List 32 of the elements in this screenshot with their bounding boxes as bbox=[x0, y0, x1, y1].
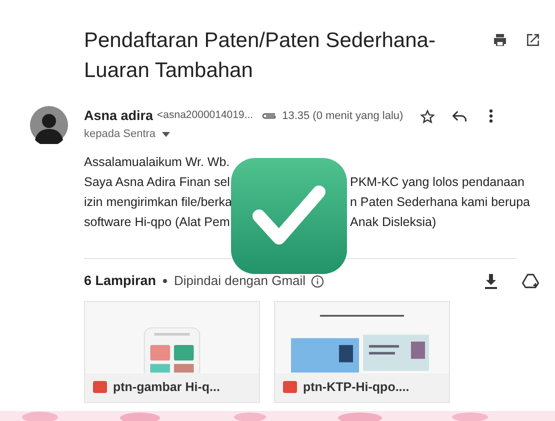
body-text: izin mengirimkan file/berka bbox=[84, 194, 233, 211]
attachment-card[interactable]: ptn-KTP-Hi-qpo.... bbox=[274, 301, 450, 403]
more-icon[interactable] bbox=[489, 109, 494, 123]
sender-email: <asna2000014019... bbox=[157, 108, 254, 124]
file-name: ptn-KTP-Hi-qpo.... bbox=[303, 378, 410, 396]
body-text: Assalamualaikum Wr. Wb. bbox=[84, 154, 231, 171]
email-subject: Pendaftaran Paten/Paten Sederhana-Luaran Tambahan bbox=[84, 28, 436, 84]
body-text: n Paten Sederhana kami berupa bbox=[350, 194, 530, 211]
attachment-count: 6 Lampiran bbox=[84, 272, 156, 290]
recipient-label[interactable]: kepada Sentra bbox=[84, 126, 156, 142]
body-text: Saya Asna Adira Finan sel bbox=[84, 174, 231, 191]
timestamp: 13.35 (0 menit yang lalu) bbox=[282, 108, 404, 124]
pdf-icon bbox=[283, 381, 297, 394]
paperclip-icon bbox=[261, 111, 278, 121]
body-text: Anak Disleksia) bbox=[350, 214, 436, 231]
printer-icon[interactable] bbox=[492, 32, 508, 48]
dropdown-icon[interactable] bbox=[162, 132, 170, 136]
dot-separator bbox=[163, 279, 168, 283]
open-external-icon[interactable] bbox=[525, 32, 541, 48]
drive-add-icon[interactable] bbox=[522, 273, 539, 289]
pdf-icon bbox=[93, 381, 107, 394]
info-icon[interactable] bbox=[310, 274, 324, 288]
download-icon[interactable] bbox=[485, 274, 497, 288]
avatar bbox=[30, 106, 68, 144]
reply-icon[interactable] bbox=[452, 110, 468, 122]
file-name: ptn-gambar Hi-q... bbox=[113, 378, 220, 396]
attachment-card[interactable]: ptn-gambar Hi-q... bbox=[84, 301, 260, 403]
body-text: PKM-KC yang lolos pendanaan bbox=[350, 174, 524, 191]
sender-name: Asna adira bbox=[84, 106, 154, 125]
star-icon[interactable] bbox=[420, 108, 436, 124]
body-text: software Hi-qpo (Alat Pem bbox=[84, 214, 231, 231]
scan-note: Dipindai dengan Gmail bbox=[174, 272, 306, 290]
